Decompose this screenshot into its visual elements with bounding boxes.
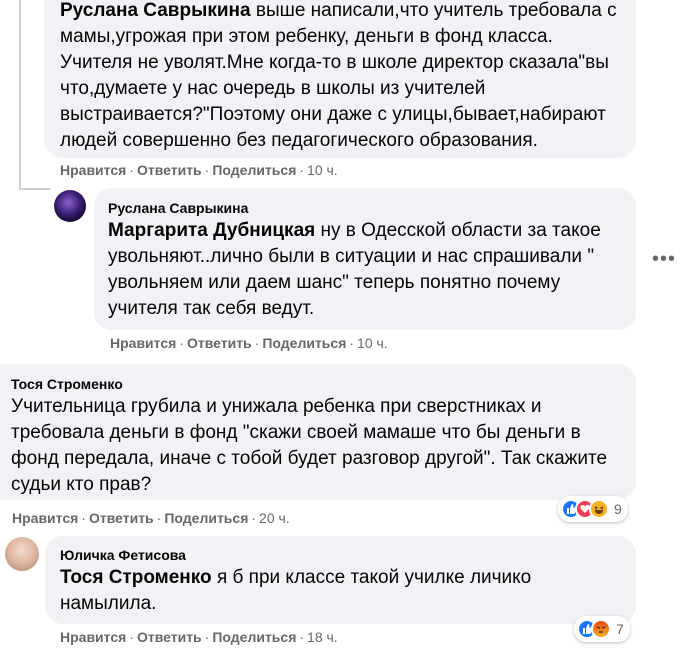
comment-text: Маргарита Дубницкая ну в Одесской област… — [108, 220, 601, 319]
reply-link[interactable]: Ответить — [89, 510, 154, 526]
comment-author[interactable]: Руслана Саврыкина — [60, 0, 251, 21]
reply-link[interactable]: Ответить — [187, 335, 252, 351]
reply-link[interactable]: Ответить — [137, 162, 202, 178]
mention-link[interactable]: Тося Строменко — [60, 567, 212, 588]
haha-reaction-icon — [589, 499, 609, 519]
comment-actions: Нравится · Ответить · Поделиться · 18 ч. — [60, 629, 338, 645]
comment-bubble: Юличка Фетисова Тося Строменко я б при к… — [45, 536, 636, 624]
comment-author[interactable]: Юличка Фетисова — [60, 545, 622, 565]
like-link[interactable]: Нравится — [60, 629, 126, 645]
comment-bubble: Руслана Саврыкина Маргарита Дубницкая ну… — [94, 188, 636, 330]
comment-actions: Нравится · Ответить · Поделиться · 10 ч. — [110, 335, 388, 351]
share-link[interactable]: Поделиться — [164, 510, 248, 526]
like-link[interactable]: Нравится — [110, 335, 176, 351]
comment-timestamp[interactable]: 18 ч. — [307, 629, 338, 645]
comment-actions: Нравится · Ответить · Поделиться · 10 ч. — [60, 162, 338, 178]
reaction-count: 9 — [614, 501, 622, 517]
comment-text: Учительница грубила и унижала ребенка пр… — [11, 396, 608, 495]
mention-link[interactable]: Маргарита Дубницкая — [108, 220, 315, 241]
comment-author[interactable]: Тося Строменко — [11, 374, 624, 394]
comment-timestamp[interactable]: 20 ч. — [259, 510, 290, 526]
angry-reaction-icon — [591, 619, 611, 639]
like-link[interactable]: Нравится — [12, 510, 78, 526]
share-link[interactable]: Поделиться — [212, 629, 296, 645]
comment-text: Руслана Саврыкина выше написали,что учит… — [60, 0, 617, 151]
comment-bubble: Тося Строменко Учительница грубила и уни… — [0, 364, 636, 500]
avatar[interactable] — [54, 190, 86, 222]
like-link[interactable]: Нравится — [60, 162, 126, 178]
avatar[interactable] — [5, 537, 39, 571]
reply-link[interactable]: Ответить — [137, 629, 202, 645]
comment-timestamp[interactable]: 10 ч. — [357, 335, 388, 351]
reaction-summary[interactable]: 7 — [574, 616, 630, 642]
comment-bubble: Руслана Саврыкина выше написали,что учит… — [44, 0, 636, 158]
comment-timestamp[interactable]: 10 ч. — [307, 162, 338, 178]
share-link[interactable]: Поделиться — [212, 162, 296, 178]
thread-connector — [19, 188, 51, 190]
comment-text: Тося Строменко я б при классе такой учил… — [60, 567, 532, 614]
comment-author[interactable]: Руслана Саврыкина — [108, 198, 622, 218]
reaction-count: 7 — [616, 621, 624, 637]
reaction-summary[interactable]: 9 — [558, 496, 628, 522]
share-link[interactable]: Поделиться — [262, 335, 346, 351]
thread-line — [19, 0, 21, 190]
more-options-icon[interactable]: ••• — [652, 248, 676, 271]
comment-actions: Нравится · Ответить · Поделиться · 20 ч. — [12, 510, 290, 526]
